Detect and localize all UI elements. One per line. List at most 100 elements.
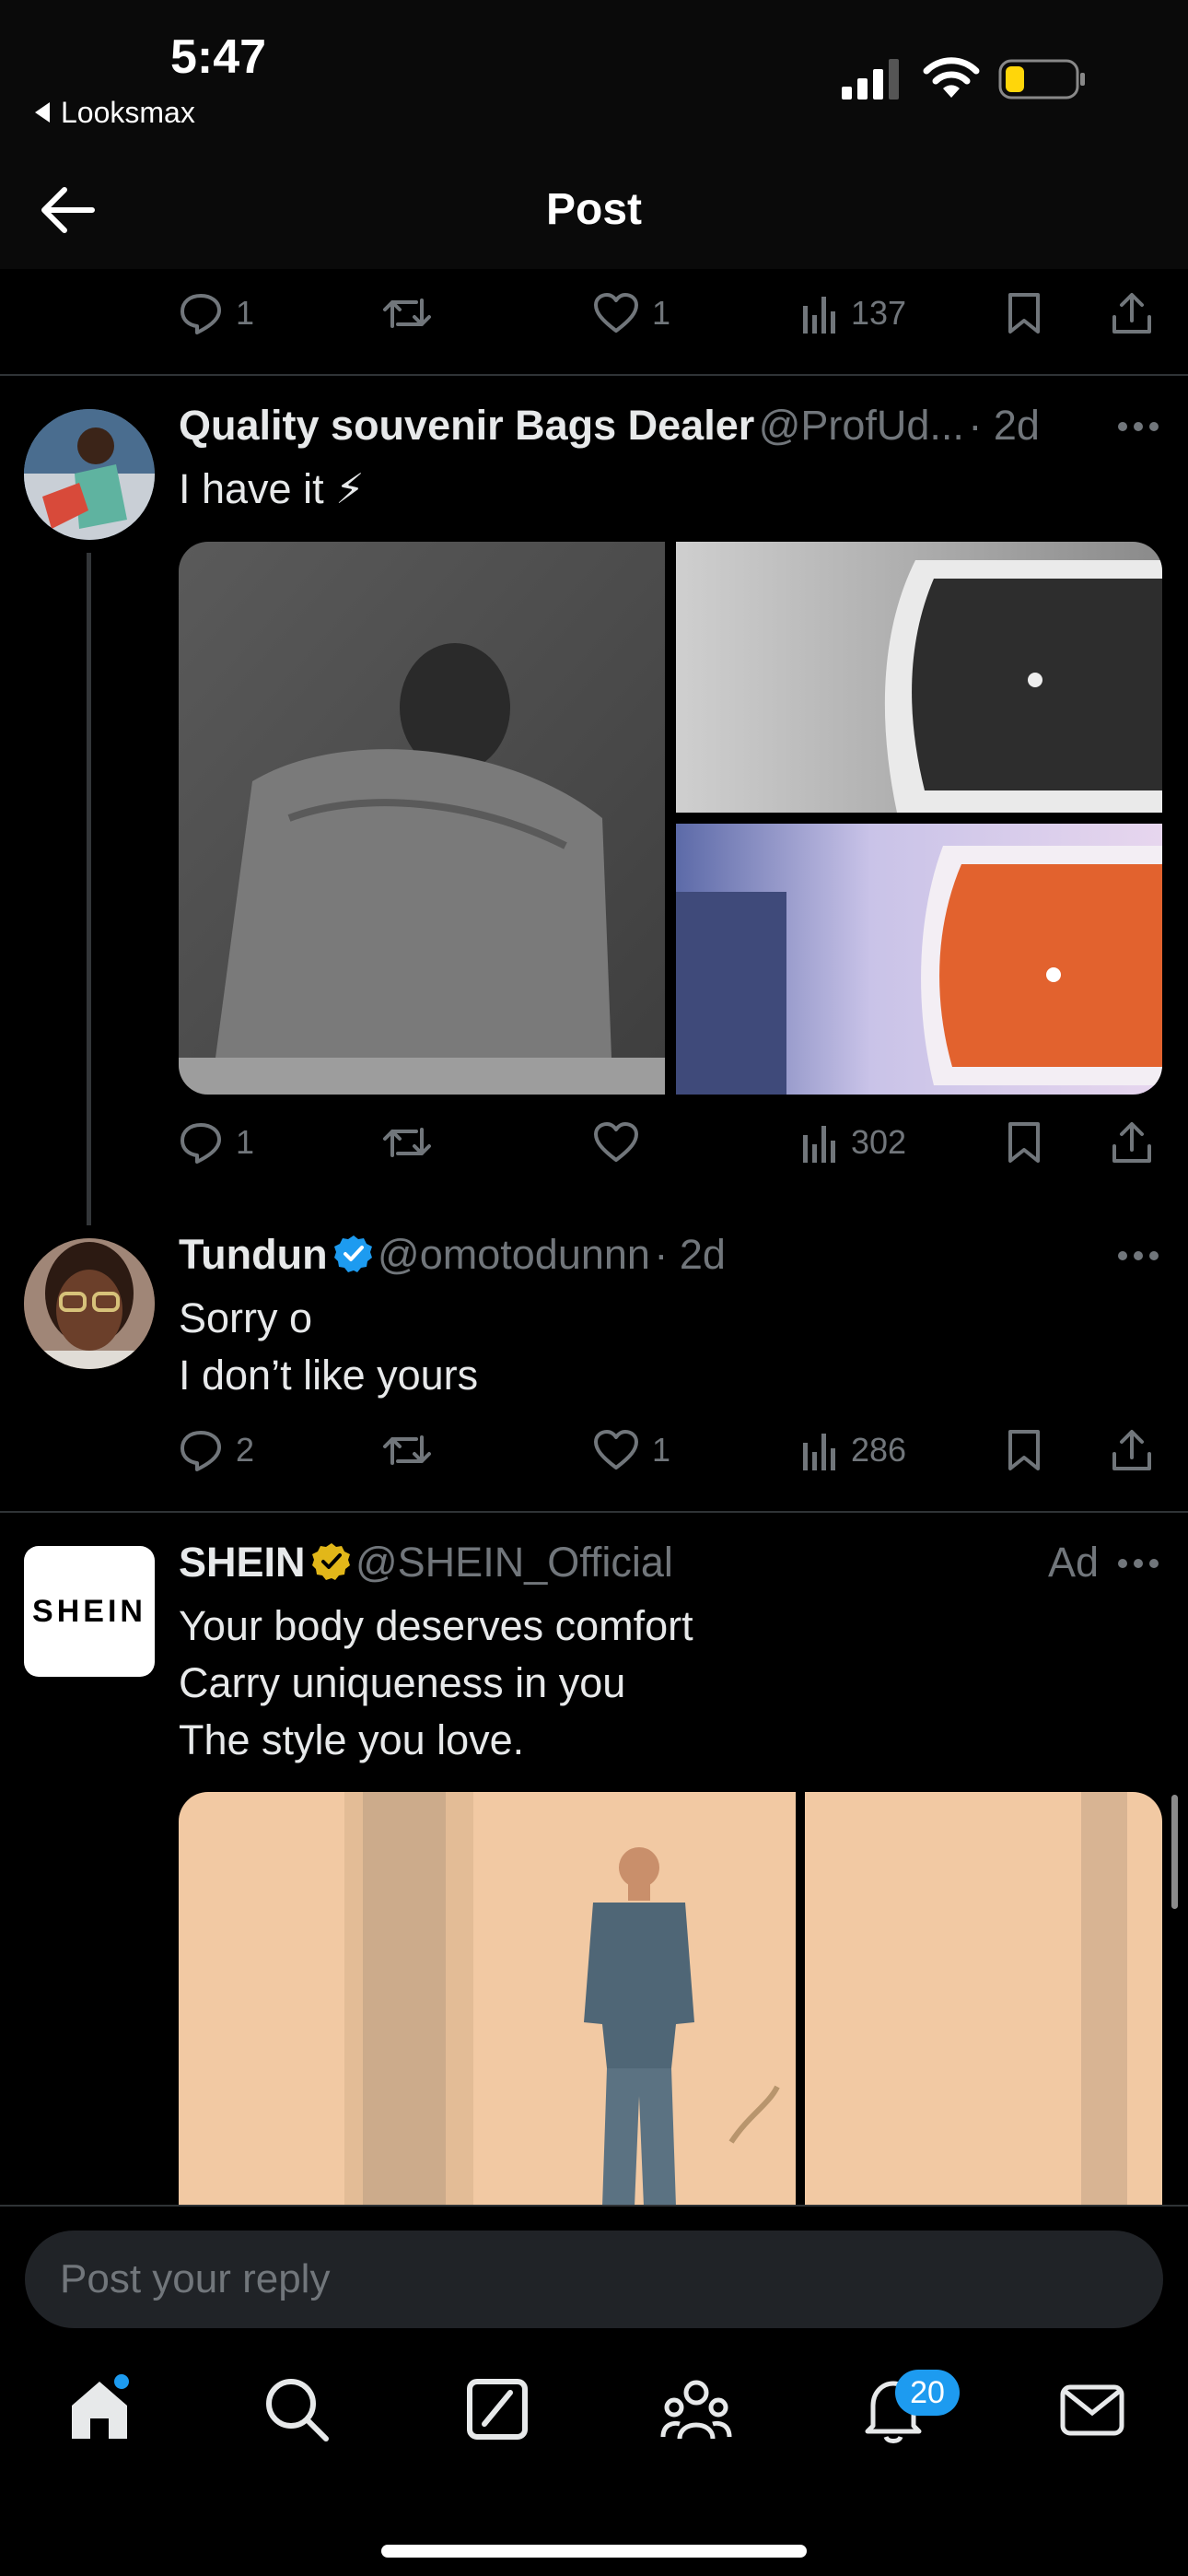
author-handle[interactable]: @omotodunnn — [378, 1231, 650, 1278]
reply-icon — [181, 1123, 221, 1164]
tweet-media-grid[interactable] — [179, 542, 1162, 1095]
avatar[interactable] — [24, 1238, 155, 1369]
like-count: 1 — [652, 1431, 671, 1469]
heart-icon — [594, 1430, 638, 1469]
divider — [0, 1511, 1188, 1513]
reply-icon — [181, 294, 221, 334]
divider — [0, 374, 1188, 376]
bookmark-icon — [1008, 1122, 1040, 1163]
home-icon[interactable] — [63, 2372, 136, 2446]
scroll-indicator[interactable] — [1171, 1795, 1178, 1909]
author-handle[interactable]: @ProfUd... — [759, 402, 964, 449]
nav-bar: Post — [0, 147, 1188, 269]
cellular-signal-icon — [842, 59, 899, 100]
retweet-button[interactable] — [381, 1115, 433, 1170]
back-app-label: Looksmax — [61, 96, 195, 129]
share-button[interactable] — [1111, 1423, 1153, 1478]
more-options-button[interactable] — [1118, 1559, 1159, 1570]
reply-count: 2 — [236, 1431, 255, 1469]
reply-button[interactable]: 1 — [179, 1115, 254, 1170]
retweet-icon — [383, 1128, 431, 1157]
verified-gold-badge-icon — [311, 1543, 350, 1580]
action-bar: 1 1 137 — [179, 286, 1160, 341]
wifi-icon — [923, 57, 980, 98]
reply-input[interactable]: Post your reply — [25, 2231, 1163, 2328]
media-images — [179, 542, 1162, 1095]
more-options-button[interactable] — [1118, 1251, 1159, 1262]
status-time: 5:47 — [170, 30, 267, 84]
share-button[interactable] — [1111, 1115, 1153, 1170]
tweet-time: · 2d — [968, 402, 1040, 449]
bookmark-button[interactable] — [1006, 286, 1042, 341]
views-icon — [803, 1126, 835, 1163]
page-title: Post — [545, 185, 642, 234]
retweet-icon — [383, 299, 431, 328]
action-bar: 2 1 286 — [179, 1423, 1160, 1478]
bookmark-icon — [1008, 1430, 1040, 1470]
tweet-header: Tundun @omotodunnn · 2d — [179, 1231, 726, 1286]
bookmark-icon — [1008, 293, 1040, 334]
tweet-text: Sorry o I don’t like yours — [179, 1294, 479, 1399]
author-handle[interactable]: @SHEIN_Official — [355, 1539, 673, 1586]
ad-label: Ad — [1048, 1539, 1100, 1586]
ad-media-carousel[interactable] — [179, 1792, 1162, 2207]
share-icon — [1112, 1122, 1151, 1163]
views-button[interactable]: 137 — [801, 286, 906, 341]
home-indicator[interactable] — [381, 2545, 807, 2558]
avatar-photo — [24, 1238, 155, 1369]
avatar[interactable]: SHEIN — [24, 1546, 155, 1677]
bookmark-button[interactable] — [1006, 1423, 1042, 1478]
share-button[interactable] — [1111, 286, 1153, 341]
reply-count: 1 — [236, 294, 255, 332]
share-icon — [1112, 293, 1151, 334]
views-button[interactable]: 286 — [801, 1423, 906, 1478]
shein-logo: SHEIN — [32, 1593, 146, 1629]
author-name[interactable]: Tundun — [179, 1231, 328, 1278]
like-button[interactable]: 1 — [593, 286, 670, 341]
ad-images — [179, 1792, 1162, 2207]
action-bar: 1 302 — [179, 1115, 1160, 1170]
reply-icon — [181, 1431, 221, 1471]
tweet-header: SHEIN @SHEIN_Official — [179, 1539, 673, 1594]
back-triangle-icon — [35, 101, 50, 123]
thread-line — [87, 553, 91, 1225]
tweet-text: I have it ⚡ — [179, 465, 365, 512]
status-bar: 5:47 Looksmax — [0, 0, 1188, 147]
retweet-icon — [383, 1435, 431, 1465]
battery-icon — [998, 59, 1085, 100]
author-name[interactable]: Quality souvenir Bags Dealer — [179, 402, 754, 449]
retweet-button[interactable] — [381, 1423, 433, 1478]
reply-button[interactable]: 1 — [179, 286, 254, 341]
retweet-button[interactable] — [381, 286, 433, 341]
reply-button[interactable]: 2 — [179, 1423, 254, 1478]
grok-icon[interactable] — [460, 2372, 534, 2446]
tweet-text: Your body deserves comfort Carry uniquen… — [179, 1602, 693, 1763]
search-icon[interactable] — [260, 2372, 333, 2446]
tab-bar — [0, 2354, 1188, 2576]
tweet-header: Quality souvenir Bags Dealer @ProfUd... … — [179, 402, 1040, 457]
views-count: 302 — [851, 1123, 907, 1161]
back-to-app-link[interactable]: Looksmax — [35, 96, 195, 130]
like-count: 1 — [652, 294, 671, 332]
messages-icon[interactable] — [1055, 2372, 1129, 2446]
more-options-button[interactable] — [1118, 422, 1159, 433]
notifications-badge: 20 — [895, 2370, 960, 2416]
views-button[interactable]: 302 — [801, 1115, 906, 1170]
avatar-photo — [24, 409, 155, 540]
avatar[interactable] — [24, 409, 155, 540]
communities-icon[interactable] — [659, 2372, 733, 2446]
like-button[interactable]: 1 — [593, 1423, 670, 1478]
share-icon — [1112, 1430, 1151, 1470]
author-name[interactable]: SHEIN — [179, 1539, 306, 1586]
views-icon — [803, 1434, 835, 1470]
heart-icon — [594, 1122, 638, 1162]
bookmark-button[interactable] — [1006, 1115, 1042, 1170]
reply-bar: Post your reply — [0, 2205, 1188, 2354]
heart-icon — [594, 293, 638, 333]
tweet-time: · 2d — [654, 1231, 726, 1278]
views-count: 286 — [851, 1431, 907, 1469]
views-icon — [803, 297, 835, 334]
views-count: 137 — [851, 294, 907, 332]
like-button[interactable] — [593, 1115, 639, 1170]
reply-count: 1 — [236, 1123, 255, 1161]
